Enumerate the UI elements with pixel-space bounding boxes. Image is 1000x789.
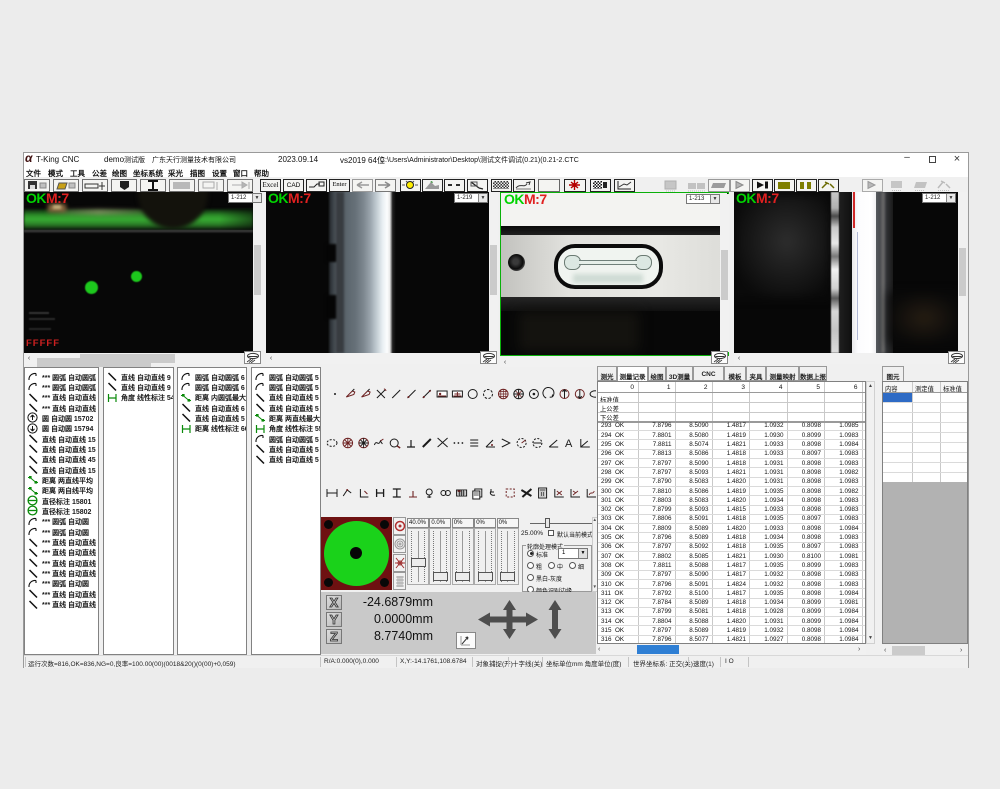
svg-text:A: A xyxy=(565,438,573,450)
svg-text:X: X xyxy=(330,596,339,609)
svg-text:Y: Y xyxy=(330,613,339,626)
svg-text:Z: Z xyxy=(330,630,338,643)
